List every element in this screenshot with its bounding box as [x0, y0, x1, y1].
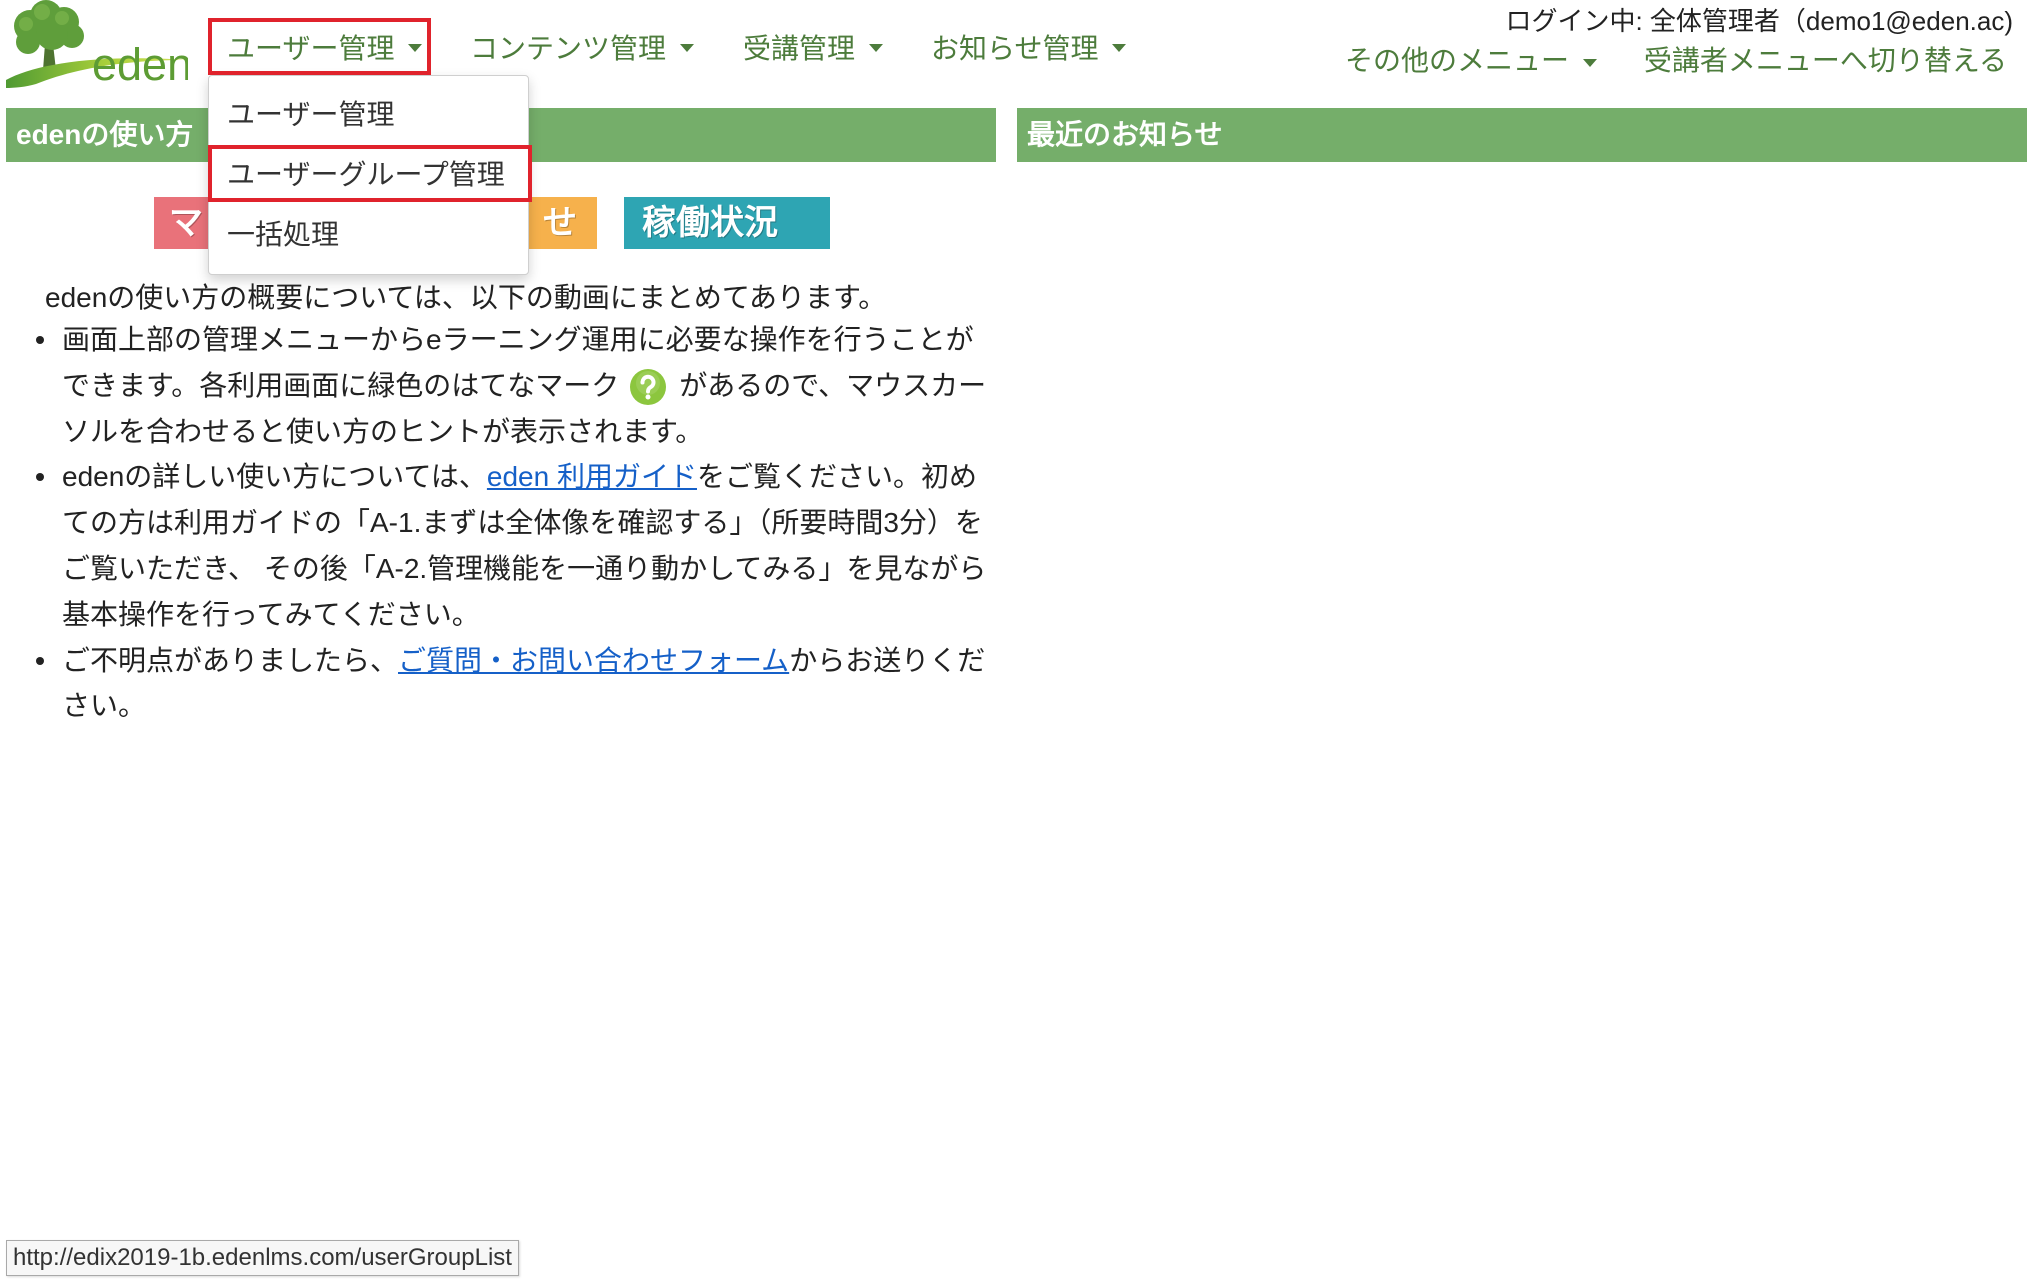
nav-enrollment-management[interactable]: 受講管理: [743, 18, 884, 75]
nav-label: ユーザー管理: [227, 32, 395, 64]
caret-down-icon: [869, 44, 884, 52]
tip-line: 基本操作を行ってみてください。: [62, 598, 480, 630]
tip-line: edenの詳しい使い方については、eden 利用ガイドをご覧ください。初め: [0, 454, 986, 500]
menu-item-bulk-processing[interactable]: 一括処理: [209, 205, 528, 265]
tip-line: 画面上部の管理メニューからeラーニング運用に必要な操作を行うことが: [62, 324, 974, 355]
nav-content-management[interactable]: コンテンツ管理: [470, 18, 695, 75]
tip-text: ご不明点がありましたら、: [62, 644, 399, 676]
caret-down-icon: [1583, 58, 1598, 67]
other-menu-label: その他のメニュー: [1345, 45, 1570, 76]
list-item: 画面上部の管理メニューからeラーニング運用に必要な操作を行うことが できます。各…: [0, 317, 986, 454]
eden-logo-mark: eden: [6, 0, 192, 90]
nav-label: 受講管理: [743, 32, 856, 64]
nav-news-management[interactable]: お知らせ管理: [931, 18, 1127, 75]
link-status-bar: http://edix2019-1b.edenlms.com/userGroup…: [6, 1240, 519, 1276]
guide-intro: edenの使い方の概要については、以下の動画にまとめてあります。: [45, 282, 887, 313]
tip-text: edenの詳しい使い方については、: [62, 461, 487, 493]
list-item: ご不明点がありましたら、ご質問・お問い合わせフォームからお送りくだ さい。: [0, 638, 986, 730]
tip-text: をご覧ください。初め: [696, 461, 977, 493]
tip-line: ご覧いただき、 その後「A-2.管理機能を一通り動かしてみる」を見ながら: [62, 552, 987, 584]
menu-item-user-group-management[interactable]: ユーザーグループ管理: [209, 145, 528, 205]
tip-line: さい。: [62, 690, 147, 722]
help-icon[interactable]: [629, 368, 667, 406]
logo-wordmark: eden: [92, 39, 188, 88]
list-item: edenの詳しい使い方については、eden 利用ガイドをご覧ください。初め ての…: [0, 454, 986, 637]
contact-form-link[interactable]: ご質問・お問い合わせフォーム: [398, 645, 789, 676]
news-panel-title: 最近のお知らせ: [1017, 108, 2027, 162]
nav-label: コンテンツ管理: [470, 32, 667, 64]
menu-item-user-management[interactable]: ユーザー管理: [209, 85, 528, 145]
switch-to-learner-link[interactable]: 受講者メニューへ切り替える: [1644, 44, 2007, 78]
login-status: ログイン中: 全体管理者（demo1@eden.ac): [1505, 6, 2013, 36]
tip-line: できます。各利用画面に緑色のはてなマーク があるので、マウスカー: [0, 363, 986, 409]
nav-user-management[interactable]: ユーザー管理: [208, 18, 431, 75]
tip-line: ソルを合わせると使い方のヒントが表示されます。: [62, 415, 704, 447]
caret-down-icon: [408, 44, 423, 52]
tip-line: ての方は利用ガイドの「A-1.まずは全体像を確認する」（所要時間3分）を: [62, 507, 983, 539]
tip-text: からお送りくだ: [789, 644, 986, 676]
caret-down-icon: [680, 44, 695, 52]
tip-text: できます。各利用画面に緑色のはてなマーク: [62, 369, 620, 401]
tips-list: 画面上部の管理メニューからeラーニング運用に必要な操作を行うことが できます。各…: [0, 317, 986, 729]
eden-logo[interactable]: eden: [6, 0, 192, 90]
tip-line: ご不明点がありましたら、ご質問・お問い合わせフォームからお送りくだ: [0, 638, 986, 684]
bullet: [36, 336, 44, 344]
caret-down-icon: [1112, 44, 1127, 52]
bullet: [36, 656, 44, 665]
nav-label: お知らせ管理: [931, 32, 1099, 64]
operation-status-button[interactable]: 稼働状況: [624, 197, 830, 249]
user-guide-link[interactable]: eden 利用ガイド: [487, 461, 697, 492]
tip-text: があるので、マウスカー: [679, 369, 987, 401]
other-menu-dropdown[interactable]: その他のメニュー: [1345, 44, 1598, 78]
user-management-dropdown: ユーザー管理 ユーザーグループ管理 一括処理: [208, 75, 532, 275]
